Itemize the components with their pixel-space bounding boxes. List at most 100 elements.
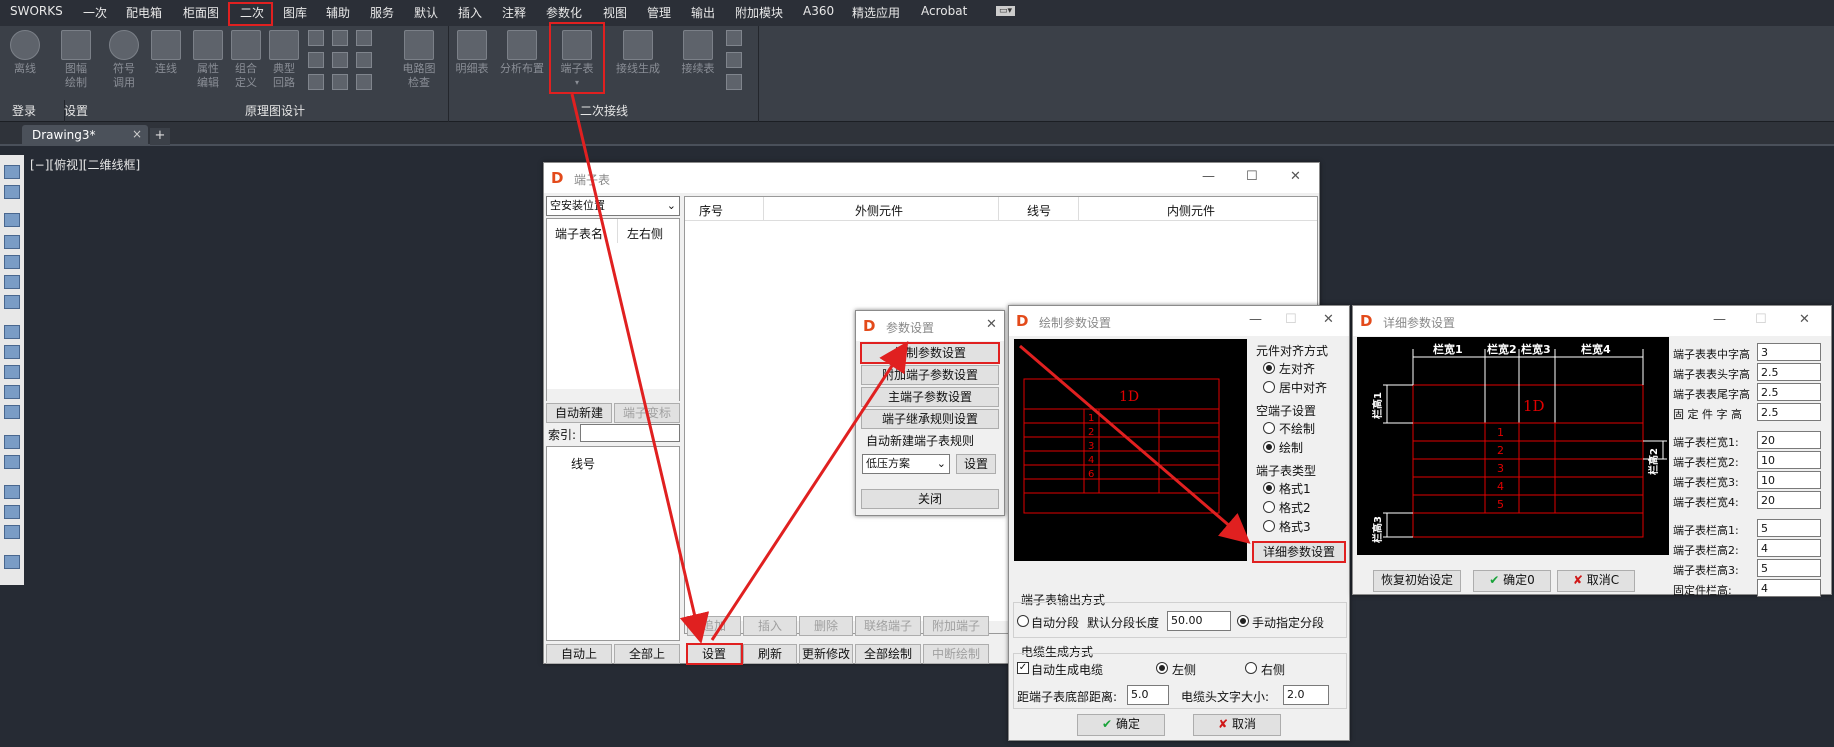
tool-icon[interactable] — [4, 275, 20, 289]
analysis-layout-button[interactable]: 分析布置 — [496, 30, 548, 76]
location-combo[interactable]: 空安装位置 ⌄ — [546, 196, 680, 216]
small-tool-icon[interactable] — [308, 74, 324, 90]
small-tool-icon[interactable] — [332, 74, 348, 90]
tool-icon[interactable] — [4, 505, 20, 519]
cable-font-input[interactable]: 2.0 — [1283, 685, 1329, 705]
minimize-icon[interactable]: — — [1202, 169, 1215, 184]
tool-icon[interactable] — [4, 185, 20, 199]
param-input[interactable]: 20 — [1757, 431, 1821, 449]
menu-guanli[interactable]: 管理 — [647, 4, 671, 21]
param-input[interactable]: 10 — [1757, 451, 1821, 469]
small-tool-icon[interactable] — [308, 52, 324, 68]
type3-radio[interactable] — [1263, 520, 1275, 532]
append-button[interactable]: 追加 — [687, 616, 741, 636]
inherit-rule-button[interactable]: 端子继承规则设置 — [861, 409, 999, 429]
index-input[interactable] — [580, 424, 680, 442]
align-left-radio[interactable] — [1263, 362, 1275, 374]
type2-radio[interactable] — [1263, 501, 1275, 513]
tool-icon[interactable] — [4, 165, 20, 179]
menu-yici[interactable]: 一次 — [83, 4, 107, 21]
maximize-icon[interactable]: ☐ — [1246, 169, 1258, 184]
tab-drawing3[interactable]: Drawing3* × — [22, 125, 148, 146]
terminal-mark-button[interactable]: 端子变标 — [614, 403, 680, 423]
menu-guimiantu[interactable]: 柜面图 — [183, 4, 219, 21]
tool-icon[interactable] — [4, 365, 20, 379]
type1-radio[interactable] — [1263, 482, 1275, 494]
param-input[interactable]: 4 — [1757, 579, 1821, 597]
draw-ok-button[interactable]: ✔ 确定 — [1077, 714, 1165, 736]
align-center-radio[interactable] — [1263, 381, 1275, 393]
param-input[interactable]: 20 — [1757, 491, 1821, 509]
param-input[interactable]: 2.5 — [1757, 363, 1821, 381]
auto-seg-radio[interactable] — [1017, 615, 1029, 627]
small-tool-icon[interactable] — [726, 74, 742, 90]
param-input[interactable]: 2.5 — [1757, 403, 1821, 421]
bom-button[interactable]: 明细表 — [452, 30, 492, 76]
attr-edit-button[interactable]: 属性 编辑 — [190, 30, 226, 90]
param-input[interactable]: 3 — [1757, 343, 1821, 361]
param-input[interactable]: 5 — [1757, 519, 1821, 537]
small-tool-icon[interactable] — [356, 52, 372, 68]
menu-shuchu[interactable]: 输出 — [691, 4, 715, 21]
interrupt-draw-button[interactable]: 中断绘制 — [923, 644, 989, 664]
combine-define-button[interactable]: 组合 定义 — [228, 30, 264, 90]
extra-terminal-button[interactable]: 附加端子 — [923, 616, 989, 636]
param-input[interactable]: 10 — [1757, 471, 1821, 489]
menu-charu[interactable]: 插入 — [458, 4, 482, 21]
close-icon[interactable]: ✕ — [1799, 312, 1810, 327]
empty-draw-radio[interactable] — [1263, 441, 1275, 453]
cable-right-radio[interactable] — [1245, 662, 1257, 674]
viewport-label[interactable]: [−][俯视][二维线框] — [30, 156, 140, 173]
minimize-icon[interactable]: — — [1713, 312, 1726, 327]
typical-loop-button[interactable]: 典型 回路 — [266, 30, 302, 90]
seg-len-input[interactable]: 50.00 — [1167, 611, 1231, 631]
small-tool-icon[interactable] — [332, 30, 348, 46]
refresh-button[interactable]: 刷新 — [743, 644, 797, 664]
tool-icon[interactable] — [4, 255, 20, 269]
tool-icon[interactable] — [4, 435, 20, 449]
new-tab-button[interactable]: + — [150, 128, 170, 145]
close-icon[interactable]: ✕ — [986, 317, 997, 332]
tool-icon[interactable] — [4, 235, 20, 249]
tool-icon[interactable] — [4, 405, 20, 419]
small-tool-icon[interactable] — [308, 30, 324, 46]
close-icon[interactable]: ✕ — [1323, 312, 1334, 327]
restore-defaults-button[interactable]: 恢复初始设定 — [1373, 570, 1461, 592]
frame-draw-button[interactable]: 图幅 绘制 — [58, 30, 94, 90]
param-input[interactable]: 2.5 — [1757, 383, 1821, 401]
update-button[interactable]: 更新修改 — [799, 644, 853, 664]
tool-icon[interactable] — [4, 385, 20, 399]
menu-sworks[interactable]: SWORKS — [10, 4, 63, 18]
liaison-terminal-button[interactable]: 联络端子 — [855, 616, 921, 636]
tool-icon[interactable] — [4, 485, 20, 499]
all-up-button[interactable]: 全部上 — [614, 644, 680, 664]
cable-left-radio[interactable] — [1156, 662, 1168, 674]
extra-terminal-param-button[interactable]: 附加端子参数设置 — [861, 365, 999, 385]
menu-jingxuan[interactable]: 精选应用 — [852, 4, 900, 21]
wiring-generate-button[interactable]: 接线生成 — [612, 30, 664, 76]
window-menu-icon[interactable]: ▭▾ — [996, 6, 1016, 16]
tab-close-icon[interactable]: × — [132, 127, 142, 141]
circuit-check-button[interactable]: 电路图 检查 — [396, 30, 442, 90]
auto-new-button[interactable]: 自动新建 — [546, 403, 612, 423]
bottom-dist-input[interactable]: 5.0 — [1127, 685, 1169, 705]
detail-ok-button[interactable]: ✔ 确定0 — [1473, 570, 1551, 592]
rule-select[interactable]: 低压方案 ⌄ — [862, 454, 950, 474]
small-tool-icon[interactable] — [332, 52, 348, 68]
delete-button[interactable]: 删除 — [799, 616, 853, 636]
param-input[interactable]: 4 — [1757, 539, 1821, 557]
login-button[interactable]: 离线 — [8, 30, 42, 76]
main-terminal-param-button[interactable]: 主端子参数设置 — [861, 387, 999, 407]
tool-icon[interactable] — [4, 555, 20, 569]
menu-a360[interactable]: A360 — [803, 4, 834, 18]
menu-moren[interactable]: 默认 — [414, 4, 438, 21]
tool-icon[interactable] — [4, 345, 20, 359]
param-input[interactable]: 5 — [1757, 559, 1821, 577]
insert-button[interactable]: 插入 — [743, 616, 797, 636]
menu-fuzhu[interactable]: 辅助 — [326, 4, 350, 21]
menu-canshuhua[interactable]: 参数化 — [546, 4, 582, 21]
empty-no-draw-radio[interactable] — [1263, 422, 1275, 434]
horizontal-scrollbar[interactable] — [547, 389, 679, 401]
menu-fuwu[interactable]: 服务 — [370, 4, 394, 21]
menu-acrobat[interactable]: Acrobat — [921, 4, 967, 18]
